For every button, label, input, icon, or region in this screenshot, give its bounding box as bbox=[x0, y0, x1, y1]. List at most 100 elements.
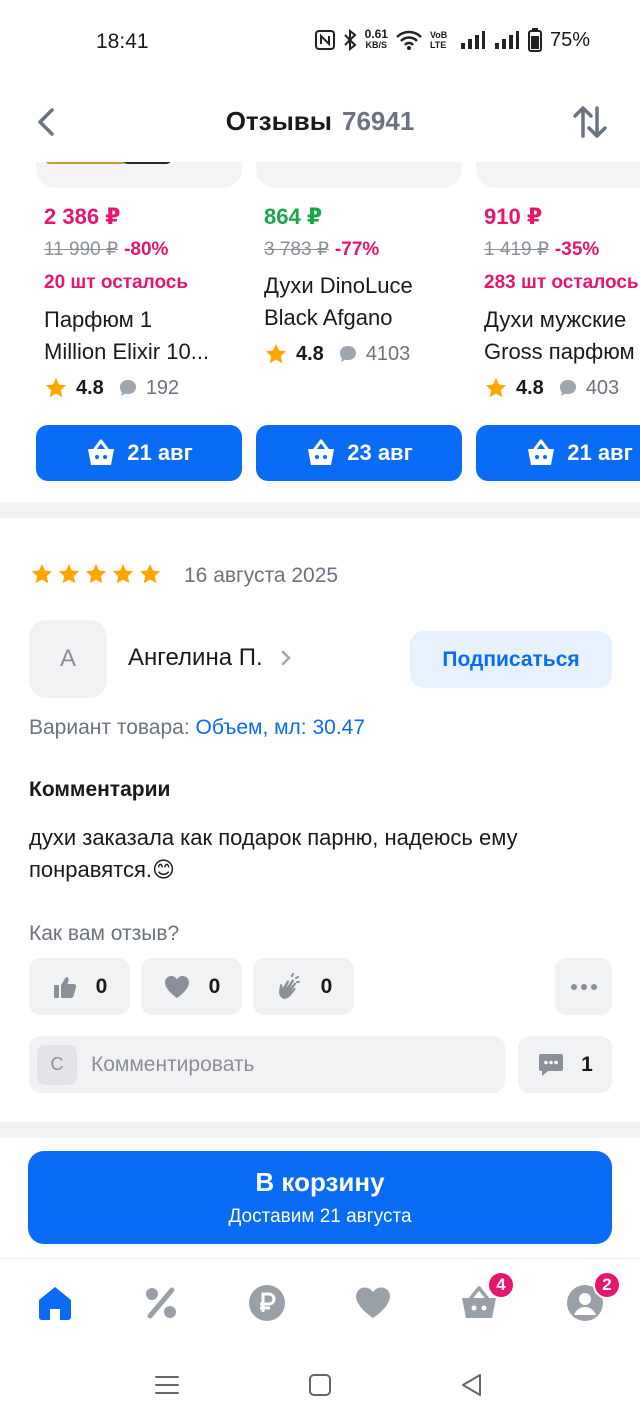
variant-value[interactable]: Объем, мл: 30.47 bbox=[196, 716, 366, 739]
heart-icon bbox=[164, 975, 189, 998]
system-navigation bbox=[0, 1348, 640, 1423]
basket-icon bbox=[528, 439, 555, 465]
product-image[interactable] bbox=[476, 162, 640, 188]
add-to-cart-button[interactable]: 21 авг bbox=[36, 425, 242, 481]
similar-products-carousel[interactable]: 2 386 ₽ 11 990 ₽ -80% 20 шт осталось Парф… bbox=[0, 162, 640, 492]
wifi-icon bbox=[396, 30, 422, 50]
avatar[interactable]: А bbox=[29, 620, 107, 698]
review-text: духи заказала как подарок парню, надеюсь… bbox=[29, 825, 518, 882]
star-icon bbox=[32, 564, 52, 584]
product-name-line[interactable]: Духи DinoLuce bbox=[264, 270, 464, 302]
reviews-count: 192 bbox=[145, 376, 180, 399]
product-rating: 4.8 403 bbox=[484, 376, 619, 400]
like-button[interactable]: 0 bbox=[29, 958, 130, 1015]
add-to-cart-main-button[interactable]: В корзину Доставим 21 августа bbox=[28, 1151, 612, 1244]
product-name-line[interactable]: Million Elixir 10... bbox=[44, 336, 244, 368]
product-image[interactable] bbox=[36, 162, 242, 188]
delivery-date: 21 авг bbox=[567, 440, 633, 465]
thumbs-up-icon bbox=[53, 976, 76, 998]
review-date: 16 августа 2025 bbox=[184, 564, 339, 587]
author-link[interactable]: Ангелина П. bbox=[128, 644, 293, 672]
cart-button-title: В корзину bbox=[255, 1167, 385, 1197]
back-triangle-icon[interactable] bbox=[457, 1370, 487, 1400]
product-card[interactable]: 2 386 ₽ 11 990 ₽ -80% 20 шт осталось Парф… bbox=[36, 162, 242, 492]
star-icon bbox=[59, 564, 79, 584]
battery-percent: 75% bbox=[549, 28, 590, 51]
status-icons: 0.61 KB/S VoB LTE 75% bbox=[314, 27, 590, 52]
tab-discounts[interactable] bbox=[139, 1281, 183, 1325]
comment-bubble-icon bbox=[559, 380, 576, 396]
tab-home[interactable] bbox=[33, 1281, 77, 1325]
signal-icon-2 bbox=[494, 31, 519, 49]
add-to-cart-button[interactable]: 23 авг bbox=[256, 425, 462, 481]
product-discount: -35% bbox=[554, 239, 600, 260]
review-count: 76941 bbox=[341, 106, 415, 136]
product-variant: Вариант товара: Объем, мл: 30.47 bbox=[29, 716, 365, 740]
heart-button[interactable]: 0 bbox=[141, 958, 242, 1015]
product-price: 2 386 ₽ bbox=[44, 204, 121, 229]
page-title: Отзывы 76941 bbox=[0, 106, 640, 137]
home-square-icon[interactable] bbox=[305, 1370, 335, 1400]
clap-count: 0 bbox=[320, 974, 333, 998]
subscribe-button[interactable]: Подписаться bbox=[410, 631, 612, 688]
product-name-line[interactable]: Black Afgano bbox=[264, 302, 464, 334]
product-name-line[interactable]: Духи мужские bbox=[484, 304, 640, 336]
product-old-price: 1 419 ₽ bbox=[484, 239, 549, 260]
nfc-icon bbox=[314, 30, 335, 50]
status-bar: 18:41 0.61 KB/S VoB LTE 75% bbox=[0, 0, 640, 84]
avatar-letter: А bbox=[59, 645, 76, 672]
cart-button-subtitle: Доставим 21 августа bbox=[228, 1206, 412, 1227]
more-dots-icon bbox=[570, 983, 597, 990]
comment-bubble-icon bbox=[339, 346, 356, 362]
ruble-icon bbox=[249, 1285, 285, 1321]
rating-value: 4.8 bbox=[296, 342, 324, 365]
delivery-date: 23 авг bbox=[347, 440, 413, 465]
product-name-line[interactable]: Gross парфюм bbox=[484, 336, 640, 368]
menu-icon[interactable] bbox=[152, 1370, 182, 1400]
product-stock: 283 шт осталось bbox=[484, 272, 639, 293]
comments-count-button[interactable]: 1 bbox=[518, 1036, 612, 1093]
star-icon bbox=[46, 378, 66, 398]
variant-label: Вариант товара: bbox=[29, 716, 190, 739]
product-card[interactable]: 910 ₽ 1 419 ₽ -35% 283 шт осталось Духи м… bbox=[476, 162, 640, 492]
chevron-right-icon bbox=[281, 650, 291, 666]
tab-cart[interactable]: 4 bbox=[457, 1271, 515, 1325]
header: Отзывы 76941 bbox=[0, 84, 640, 162]
comment-bubble-icon bbox=[119, 380, 136, 396]
add-to-cart-button[interactable]: 21 авг bbox=[476, 425, 640, 481]
reviews-count: 403 bbox=[585, 376, 620, 399]
tab-favorites[interactable] bbox=[351, 1281, 395, 1325]
product-card[interactable]: 864 ₽ 3 783 ₽ -77% Духи DinoLuce Black Af… bbox=[256, 162, 462, 492]
product-old-price: 11 990 ₽ bbox=[44, 239, 119, 260]
product-image[interactable] bbox=[256, 162, 462, 188]
clap-icon bbox=[278, 972, 300, 999]
star-icon bbox=[140, 564, 160, 584]
comment-field[interactable]: С bbox=[29, 1036, 505, 1093]
product-old-price-row: 3 783 ₽ -77% bbox=[264, 238, 379, 261]
home-icon bbox=[39, 1287, 71, 1320]
sort-icon[interactable] bbox=[570, 102, 610, 142]
commenter-avatar: С bbox=[37, 1044, 77, 1085]
bottom-tab-bar: 4 2 bbox=[0, 1258, 640, 1348]
like-count: 0 bbox=[95, 974, 108, 998]
chat-icon bbox=[539, 1053, 564, 1076]
comments-count: 1 bbox=[581, 1052, 593, 1076]
product-discount: -77% bbox=[334, 239, 380, 260]
product-name-line[interactable]: Парфюм 1 bbox=[44, 304, 244, 336]
basket-icon bbox=[308, 439, 335, 465]
percent-icon bbox=[146, 1287, 176, 1319]
tab-payments[interactable] bbox=[245, 1281, 289, 1325]
product-old-price: 3 783 ₽ bbox=[264, 239, 329, 260]
title-text: Отзывы bbox=[225, 106, 332, 136]
product-old-price-row: 1 419 ₽ -35% bbox=[484, 238, 599, 261]
rating-value: 4.8 bbox=[516, 376, 544, 399]
product-price: 910 ₽ bbox=[484, 204, 543, 229]
clap-button[interactable]: 0 bbox=[253, 958, 354, 1015]
more-options-button[interactable] bbox=[555, 958, 612, 1015]
product-old-price-row: 11 990 ₽ -80% bbox=[44, 238, 168, 261]
reviews-count: 4103 bbox=[365, 342, 411, 365]
comment-input[interactable] bbox=[91, 1052, 471, 1077]
net-speed: 0.61 KB/S bbox=[364, 27, 388, 50]
rating-value: 4.8 bbox=[76, 376, 104, 399]
tab-profile[interactable]: 2 bbox=[563, 1271, 621, 1325]
